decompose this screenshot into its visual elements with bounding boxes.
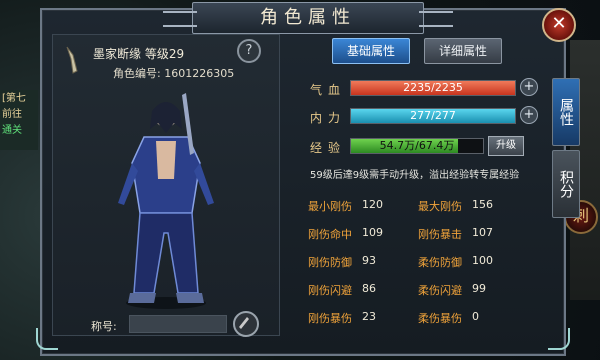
quest-tracker[interactable]: [第七 前往 通关 [0,90,38,150]
tab-attributes[interactable]: 属性 [552,78,580,146]
corner-ornament-right [548,328,570,350]
mp-label: 内力 [310,111,347,125]
mp-bar: 277/277 [350,108,516,124]
character-id: 角色编号: 1601226305 [113,67,235,80]
title-label: 称号: [91,320,117,333]
attribute-value: 100 [472,254,493,267]
attribute-item: 最小刚伤 120 [308,198,418,214]
attribute-value: 86 [362,282,376,295]
attribute-value: 120 [362,198,383,211]
attribute-name: 刚伤命中 [308,228,352,241]
attribute-value: 99 [472,282,486,295]
attribute-item: 刚伤暴伤 23 [308,310,418,326]
attribute-item: 最大刚伤 156 [418,198,528,214]
game-screen: [第七 前往 通关 刺 角色属性 ✕ 墨家断缘 等级29 角色编号: 16012… [0,0,600,360]
attribute-value: 107 [472,226,493,239]
character-panel: 墨家断缘 等级29 角色编号: 1601226305 ? 称号: [52,34,280,337]
attribute-value: 93 [362,254,376,267]
hp-row: 气血 2235/2235 + [310,78,538,98]
hp-bar: 2235/2235 [350,80,516,96]
attribute-name: 刚伤闪避 [308,284,352,297]
attribute-item: 刚伤命中 109 [308,226,418,242]
hp-value: 2235/2235 [403,81,463,94]
attribute-item: 刚伤防御 93 [308,254,418,270]
attribute-value: 0 [472,310,479,323]
character-name-level: 墨家断缘 等级29 [93,47,185,61]
attribute-value: 109 [362,226,383,239]
mp-row: 内力 277/277 + [310,106,538,126]
hp-label: 气血 [310,83,347,97]
attribute-item: 柔伤暴伤 0 [418,310,528,326]
add-hp-button[interactable]: + [520,78,538,96]
title-field[interactable] [129,315,227,333]
attribute-name: 柔伤闪避 [418,284,462,297]
character-attributes-dialog: 角色属性 ✕ 墨家断缘 等级29 角色编号: 1601226305 ? 称号: … [36,2,580,356]
attribute-value: 23 [362,310,376,323]
title-ornament-left [163,11,197,27]
help-button[interactable]: ? [237,39,261,63]
exp-label: 经验 [310,141,347,155]
level-note: 59级后達9级需手动升级，溢出经验转专属经验 [310,170,520,181]
upgrade-button[interactable]: 升级 [488,136,524,156]
title-row: 称号: [63,311,273,337]
quest-line: 前往 [2,109,22,120]
stats-panel: 基础属性 详细属性 气血 2235/2235 + 内力 277/277 + 经验… [294,34,580,342]
pen-icon [239,317,249,329]
exp-bar: 54.7万/67.4万 [350,138,484,154]
exp-value: 54.7万/67.4万 [379,139,455,152]
attribute-name: 最大刚伤 [418,200,462,213]
tab-basic-attributes[interactable]: 基础属性 [332,38,410,64]
tab-points[interactable]: 积分 [552,150,580,218]
attribute-name: 刚伤暴击 [418,228,462,241]
quest-line: 通关 [2,125,22,136]
attribute-value: 156 [472,198,493,211]
attribute-name: 最小刚伤 [308,200,352,213]
attribute-name: 柔伤防御 [418,256,462,269]
dialog-title-band: 角色属性 [163,2,453,34]
character-figure [118,93,214,309]
title-ornament-right [419,11,453,27]
exp-row: 经验 54.7万/67.4万 升级 [310,136,536,156]
quest-line: [第七 [2,93,26,104]
corner-ornament-left [36,328,58,350]
dialog-title: 角色属性 [260,7,356,28]
attribute-item: 柔伤防御 100 [418,254,528,270]
mp-value: 277/277 [410,109,456,122]
attribute-item: 柔伤闪避 99 [418,282,528,298]
attribute-name: 刚伤防御 [308,256,352,269]
edit-title-button[interactable] [233,311,259,337]
weapon-icon [66,46,78,74]
tab-detailed-attributes[interactable]: 详细属性 [424,38,502,64]
attribute-name: 柔伤暴伤 [418,312,462,325]
add-mp-button[interactable]: + [520,106,538,124]
attribute-item: 刚伤暴击 107 [418,226,528,242]
attribute-name: 刚伤暴伤 [308,312,352,325]
attribute-item: 刚伤闪避 86 [308,282,418,298]
